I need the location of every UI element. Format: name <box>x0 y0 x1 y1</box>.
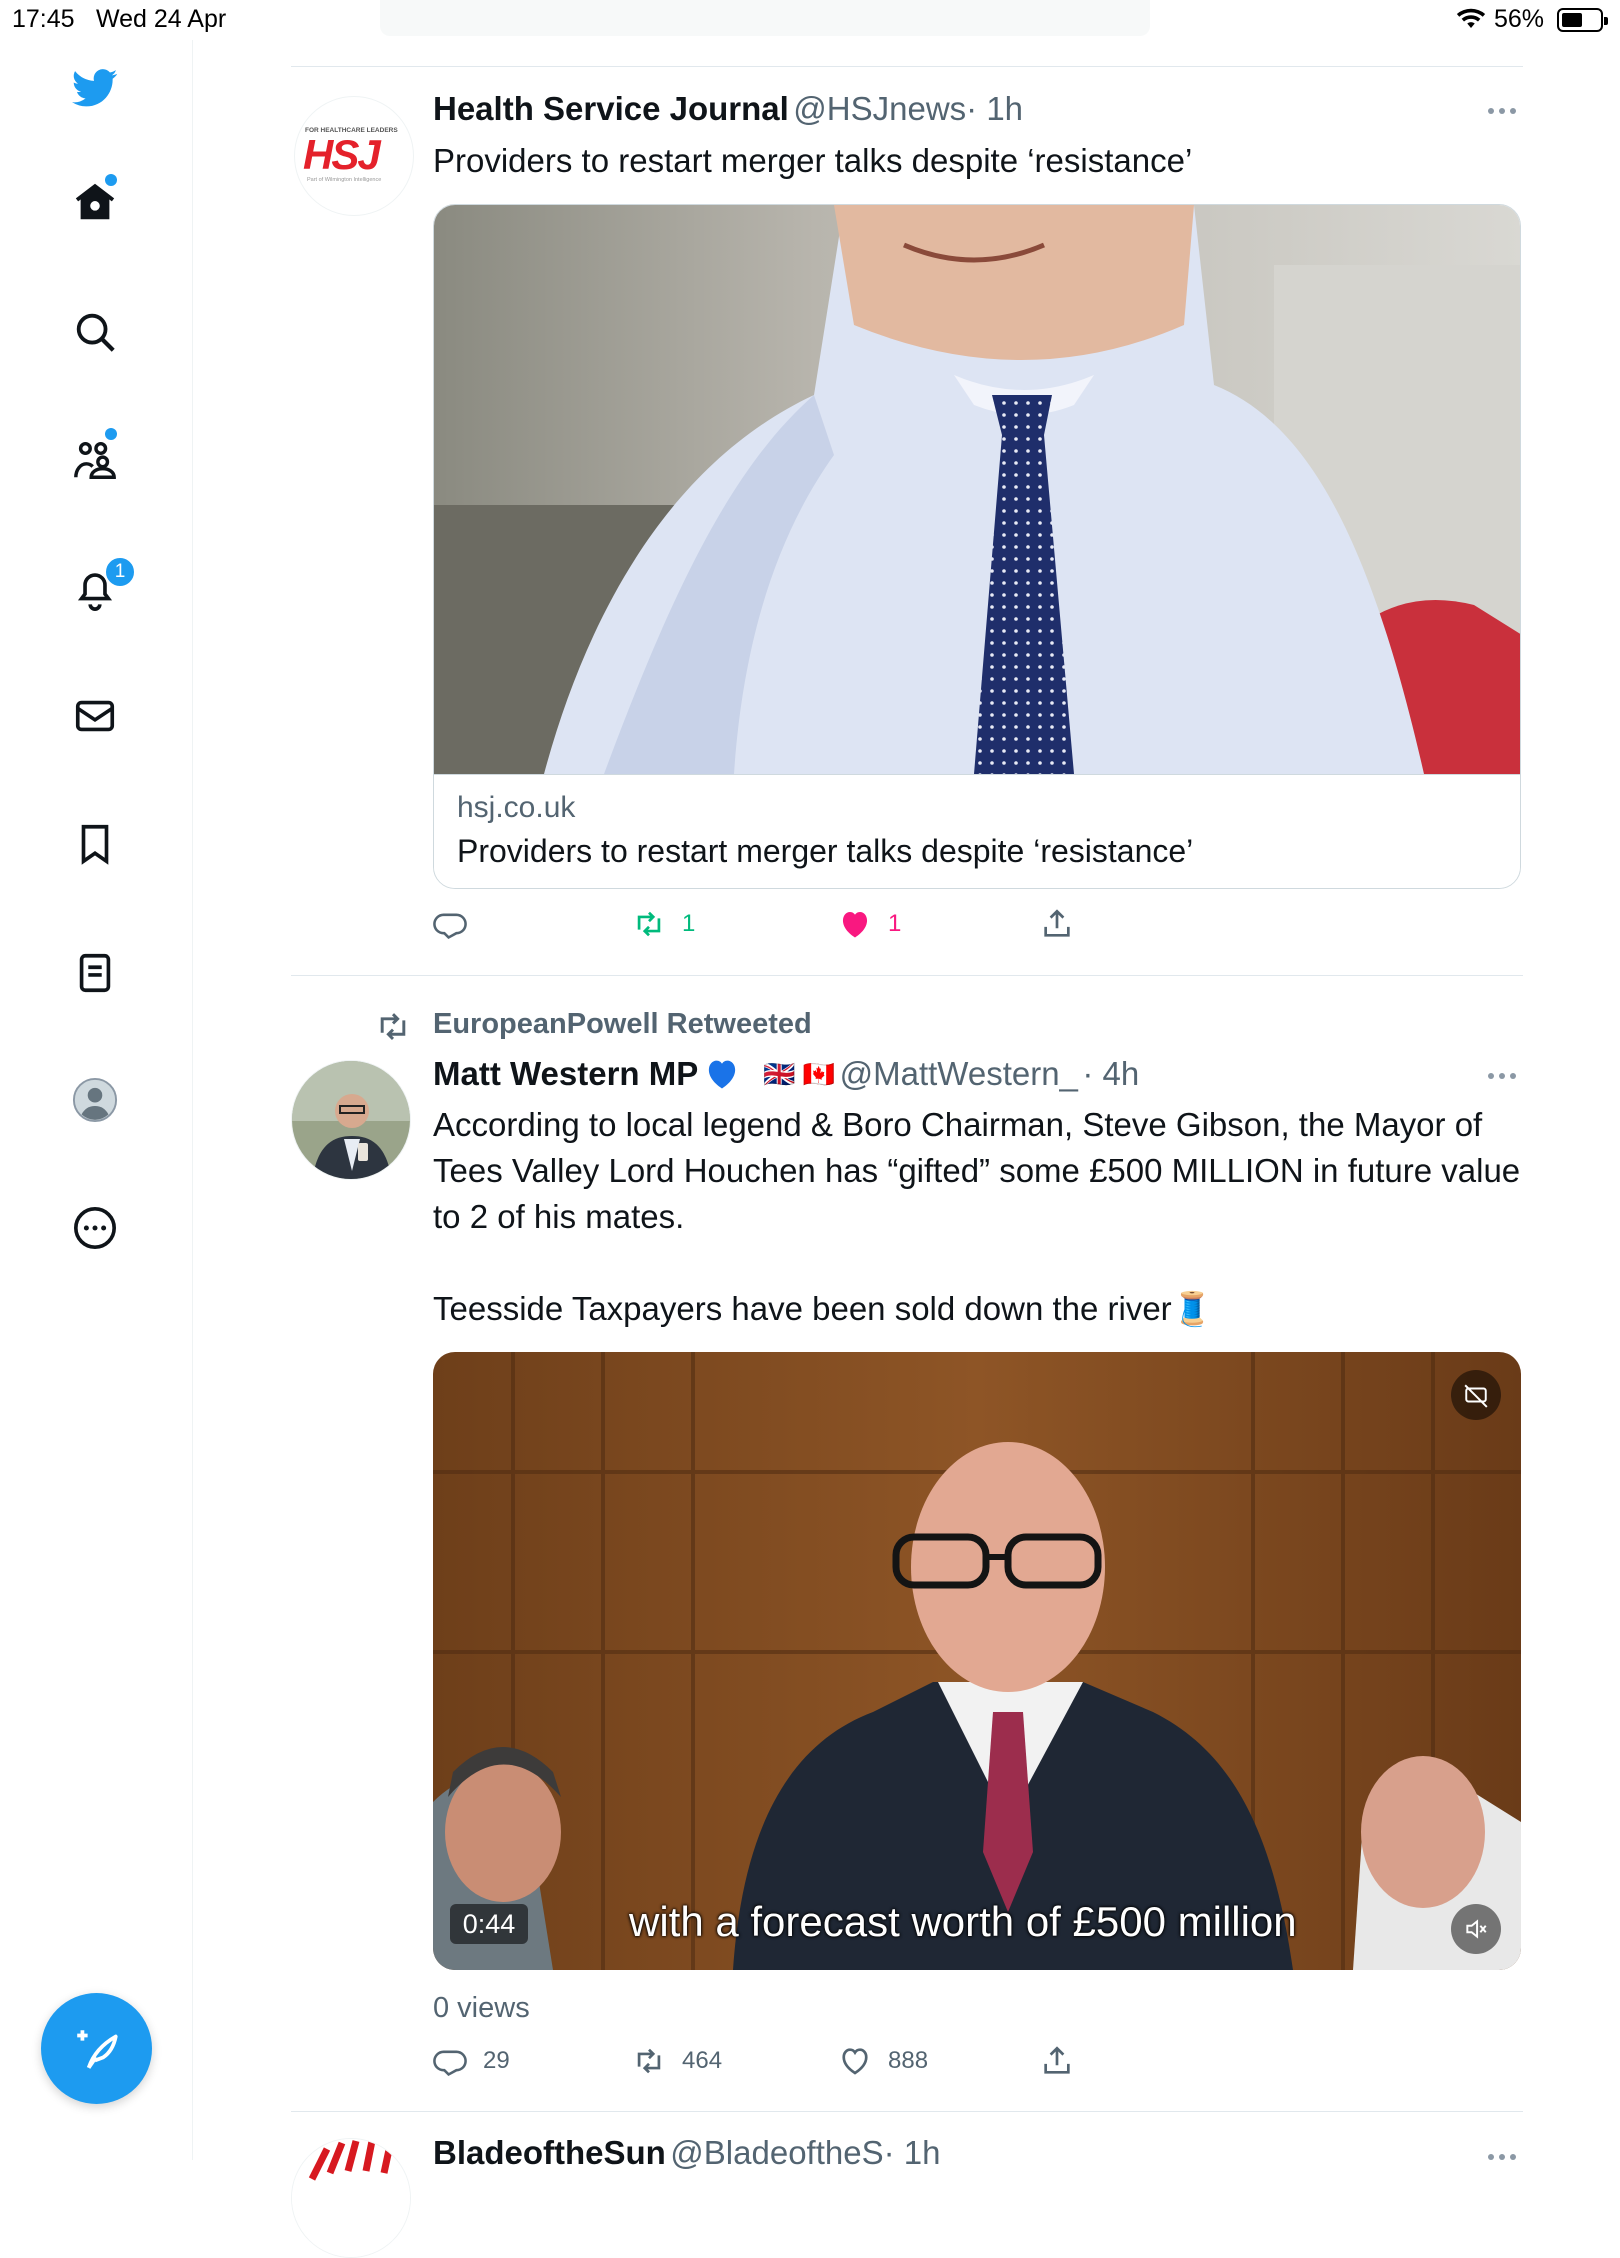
retweet-icon <box>637 2048 661 2074</box>
like-button[interactable]: 1 <box>838 907 901 941</box>
twitter-logo-icon[interactable] <box>63 56 127 120</box>
home-icon[interactable] <box>63 170 127 234</box>
volume-muted-icon <box>1466 1919 1487 1939</box>
profile-icon[interactable] <box>63 1068 127 1132</box>
retweet-icon <box>637 911 661 937</box>
heart-icon <box>842 2048 868 2075</box>
tweet-time[interactable]: · 1h <box>966 90 1023 127</box>
link-domain: hsj.co.uk <box>457 791 576 824</box>
wifi-icon <box>1456 8 1486 28</box>
tweet-header: BladeoftheSun @BladeoftheS· 1h <box>433 2134 940 2172</box>
blue-heart-icon <box>708 1060 735 1089</box>
reply-count: 29 <box>483 2047 510 2074</box>
bladeofthesun-avatar[interactable] <box>291 2138 411 2258</box>
video-frame <box>433 1352 1521 1970</box>
like-count: 888 <box>888 2047 929 2074</box>
captions-off-icon <box>1464 1384 1488 1408</box>
retweet-count: 464 <box>682 2047 723 2074</box>
tweet-header: Matt Western MP 🇬🇧 🇨🇦 @MattWestern_ · 4h <box>433 1055 1139 1093</box>
tweet-text-continued: Teesside Taxpayers have been sold down t… <box>433 1290 1213 1327</box>
clock: 17:45 <box>12 5 75 33</box>
author-handle[interactable]: @HSJnews <box>793 90 966 127</box>
compose-feather-icon <box>76 2029 118 2069</box>
communities-icon[interactable] <box>63 428 127 492</box>
retweeted-by[interactable]: EuropeanPowell Retweeted <box>433 1008 812 1041</box>
video-player[interactable]: 0:44 with a forecast worth of £500 milli… <box>433 1352 1521 1970</box>
share-icon <box>1044 2046 1070 2074</box>
like-button[interactable]: 888 <box>838 2044 928 2078</box>
tweet-time[interactable]: · 4h <box>1082 1055 1139 1092</box>
communities-new-dot <box>105 428 117 440</box>
tweet-divider <box>291 2111 1523 2112</box>
reply-button[interactable]: 29 <box>433 2044 510 2078</box>
avatar-photo <box>292 2139 410 2257</box>
author-name[interactable]: Health Service Journal <box>433 90 789 127</box>
avatar-logo-text: HSJ <box>303 131 381 178</box>
author-handle[interactable]: @BladeoftheS <box>670 2134 883 2171</box>
author-handle[interactable]: @MattWestern_ <box>840 1055 1078 1092</box>
feed-divider <box>291 66 1523 67</box>
hsj-avatar[interactable]: FOR HEALTHCARE LEADERS HSJ Part of Wilmi… <box>294 96 414 216</box>
home-new-dot <box>105 174 117 186</box>
captions-button[interactable] <box>1451 1370 1501 1420</box>
battery-percent: 56% <box>1494 5 1545 33</box>
link-card-footer: hsj.co.uk Providers to restart merger ta… <box>434 774 1520 888</box>
video-duration: 0:44 <box>450 1904 528 1944</box>
link-card-image <box>434 205 1520 774</box>
reply-button[interactable] <box>433 907 483 941</box>
share-button[interactable] <box>1040 2044 1074 2078</box>
avatar-photo <box>292 1061 410 1179</box>
tweet-text: According to local legend & Boro Chairma… <box>433 1106 1521 1235</box>
link-card[interactable]: hsj.co.uk Providers to restart merger ta… <box>433 204 1521 889</box>
tweet-time[interactable]: · 1h <box>884 2134 941 2171</box>
reply-icon <box>433 913 467 940</box>
tweet-divider <box>291 975 1523 976</box>
share-button[interactable] <box>1040 907 1074 941</box>
like-count: 1 <box>888 910 902 937</box>
video-caption: with a forecast worth of £500 million <box>629 1898 1297 1945</box>
author-name[interactable]: Matt Western MP <box>433 1055 698 1092</box>
compose-tweet-button[interactable] <box>41 1993 152 2104</box>
bookmarks-icon[interactable] <box>63 812 127 876</box>
more-icon[interactable] <box>63 1196 127 1260</box>
date: Wed 24 Apr <box>96 5 227 33</box>
search-icon[interactable] <box>63 300 127 364</box>
tweet-header: Health Service Journal @HSJnews· 1h <box>433 90 1023 128</box>
flags: 🇬🇧 🇨🇦 <box>763 1059 836 1089</box>
heart-filled-icon <box>842 911 868 938</box>
link-title: Providers to restart merger talks despit… <box>457 833 1194 869</box>
view-count: 0 views <box>433 1992 530 2024</box>
reply-icon <box>433 2050 467 2077</box>
avatar-sub-text: Part of Wilmington Intelligence <box>307 177 382 183</box>
tweet-more-icon[interactable] <box>1488 1069 1528 1083</box>
tweet-more-icon[interactable] <box>1488 104 1528 118</box>
retweet-button[interactable]: 1 <box>632 907 695 941</box>
author-name[interactable]: BladeoftheSun <box>433 2134 666 2171</box>
battery-icon <box>1557 8 1608 32</box>
notifications-badge: 1 <box>104 556 136 588</box>
mute-button[interactable] <box>1451 1904 1501 1954</box>
top-search-bar[interactable] <box>380 0 1150 36</box>
matt-western-avatar[interactable] <box>291 1060 411 1180</box>
tweet-more-icon[interactable] <box>1488 2150 1528 2164</box>
share-icon <box>1044 909 1070 937</box>
lists-icon[interactable] <box>63 941 127 1005</box>
retweeted-icon <box>380 1013 406 1040</box>
messages-icon[interactable] <box>63 684 127 748</box>
tweet-text: Providers to restart merger talks despit… <box>433 142 1193 179</box>
retweet-count: 1 <box>682 910 696 937</box>
retweet-button[interactable]: 464 <box>632 2044 722 2078</box>
